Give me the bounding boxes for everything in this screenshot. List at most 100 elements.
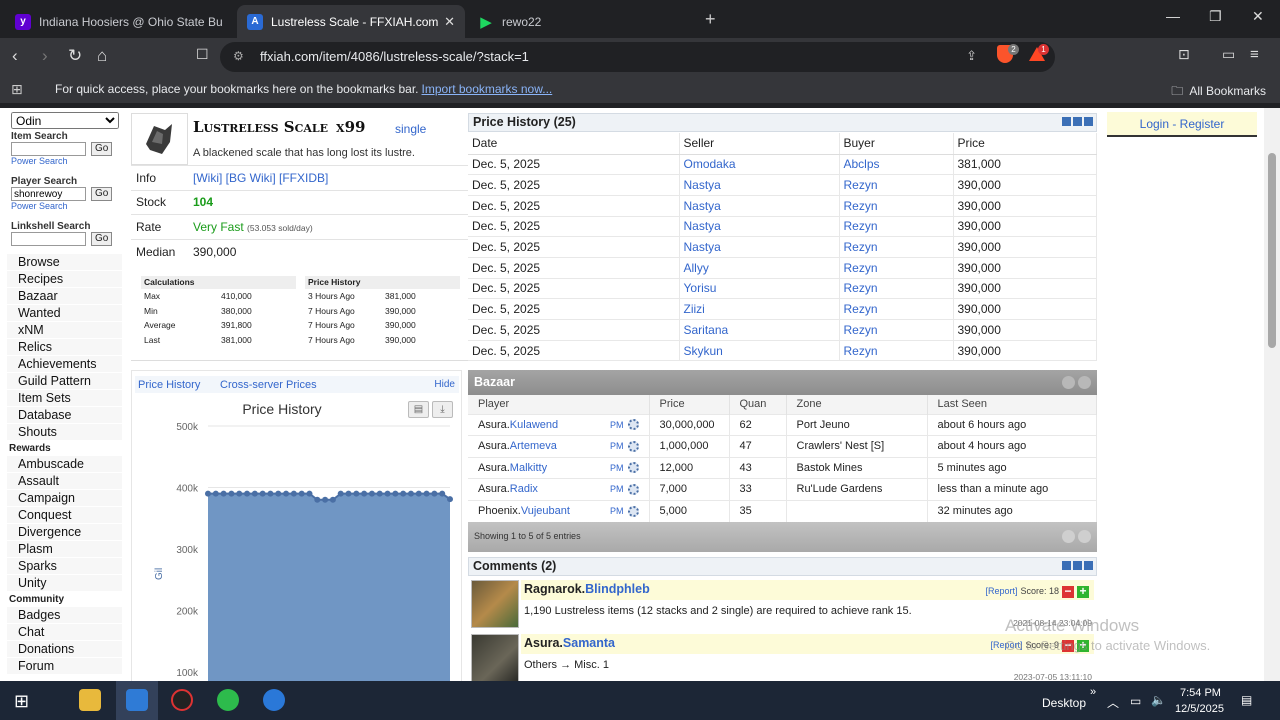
close-icon[interactable] [1084,561,1093,570]
nav-bazaar[interactable]: Bazaar [7,288,122,305]
home-icon[interactable]: ⌂ [97,46,107,66]
data-point[interactable] [275,490,282,497]
item-search-input[interactable] [11,142,86,156]
player-power-search-link[interactable]: Power Search [11,201,122,211]
hide-chart-link[interactable]: Hide [434,379,455,390]
pm-link[interactable]: PM [610,441,624,451]
data-point[interactable] [298,490,305,497]
seller-link[interactable]: Omodaka [679,154,840,176]
data-point[interactable] [205,490,211,497]
data-point[interactable] [329,496,336,503]
network-icon[interactable]: ▭ [1130,694,1141,708]
chevron-icon[interactable]: » [1090,686,1096,698]
player-link[interactable]: Vujeubant [521,505,570,517]
file-explorer-icon[interactable] [79,689,101,711]
nav-chat[interactable]: Chat [7,624,122,641]
address-bar[interactable]: ⚙ ffxiah.com/item/4086/lustreless-scale/… [220,42,1055,72]
pm-link[interactable]: PM [610,506,624,516]
player-link[interactable]: Malkitty [510,462,547,474]
share-icon[interactable]: ⇪ [966,48,977,64]
gear-icon[interactable] [627,419,639,431]
data-point[interactable] [228,490,235,497]
nav-assault[interactable]: Assault [7,473,122,490]
item-search-go-button[interactable]: Go [91,142,113,156]
reload-icon[interactable]: ↻ [68,46,82,66]
nav-campaign[interactable]: Campaign [7,490,122,507]
nav-sparks[interactable]: Sparks [7,558,122,575]
scrollbar-thumb[interactable] [1268,153,1276,348]
bg-wiki-link[interactable]: [BG Wiki] [226,171,276,185]
apps-icon[interactable]: ⊞ [11,81,23,98]
buyer-link[interactable]: Rezyn [839,195,954,217]
next-page-icon[interactable] [1078,529,1091,543]
tab-cross-server-prices[interactable]: Cross-server Prices [220,379,317,391]
seller-link[interactable]: Nastya [679,216,840,238]
pm-link[interactable]: PM [610,420,624,430]
collapse-icon[interactable] [1062,376,1075,389]
data-point[interactable] [322,496,329,503]
data-point[interactable] [415,490,422,497]
vote-down-icon[interactable]: − [1062,585,1074,598]
vpn-app-icon[interactable] [126,689,148,711]
close-icon[interactable] [1084,117,1093,126]
tab-ffxiah[interactable]: A Lustreless Scale - FFXIAH.com ✕ [237,5,465,38]
seller-link[interactable]: Skykun [679,340,840,362]
col-quan[interactable]: Quan [729,395,787,414]
nav-relics[interactable]: Relics [7,339,122,356]
buyer-link[interactable]: Rezyn [839,278,954,300]
nav-shouts[interactable]: Shouts [7,424,122,441]
nav-xnm[interactable]: xNM [7,322,122,339]
power-search-link[interactable]: Power Search [11,156,122,166]
edit-icon[interactable] [1073,561,1082,570]
gear-icon[interactable] [627,462,639,474]
comment-user-link[interactable]: Samanta [563,636,615,650]
tab-yahoo[interactable]: y Indiana Hoosiers @ Ohio State Buck [5,5,233,38]
nav-guild-pattern[interactable]: Guild Pattern [7,373,122,390]
globe-app-icon[interactable] [263,689,285,711]
player-search-go-button[interactable]: Go [91,187,113,201]
player-link[interactable]: Radix [510,483,538,495]
gear-icon[interactable] [627,483,639,495]
buyer-link[interactable]: Rezyn [839,298,954,320]
data-point[interactable] [251,490,258,497]
seller-link[interactable]: Nastya [679,236,840,258]
notifications-icon[interactable]: ▤ [1241,693,1252,707]
data-point[interactable] [447,496,453,503]
page-scrollbar[interactable] [1264,108,1280,681]
data-point[interactable] [400,490,407,497]
server-select[interactable]: Odin [11,112,119,129]
back-icon[interactable]: ‹ [12,46,18,66]
close-tab-icon[interactable]: ✕ [444,14,455,30]
windows-start-icon[interactable]: ⊞ [14,691,29,712]
linkshell-search-go-button[interactable]: Go [91,232,113,246]
nav-forum[interactable]: Forum [7,658,122,675]
close-icon[interactable] [1078,376,1091,389]
nav-wanted[interactable]: Wanted [7,305,122,322]
nav-recipes[interactable]: Recipes [7,271,122,288]
buyer-link[interactable]: Rezyn [839,340,954,362]
minimize-icon[interactable] [1062,561,1071,570]
ffxidb-link[interactable]: [FFXIDB] [279,171,328,185]
bookmark-icon[interactable]: ☐ [196,46,209,63]
data-point[interactable] [306,490,313,497]
tray-up-icon[interactable]: ︿ [1107,694,1119,711]
data-point[interactable] [345,490,352,497]
single-link[interactable]: single [395,122,426,136]
nav-plasm[interactable]: Plasm [7,541,122,558]
close-window-icon[interactable]: ✕ [1252,8,1264,25]
seller-link[interactable]: Allyy [679,257,840,279]
gear-icon[interactable] [627,505,639,517]
player-link[interactable]: Artemeva [510,440,557,452]
nav-achievements[interactable]: Achievements [7,356,122,373]
data-point[interactable] [314,496,321,503]
col-price[interactable]: Price [649,395,730,414]
clock-time[interactable]: 7:54 PM [1180,687,1221,699]
nav-badges[interactable]: Badges [7,607,122,624]
screenshot-icon[interactable]: ⊡ [1178,46,1190,63]
col-player[interactable]: Player [468,395,650,414]
nav-browse[interactable]: Browse [7,254,122,271]
nav-conquest[interactable]: Conquest [7,507,122,524]
buyer-link[interactable]: Rezyn [839,236,954,258]
col-zone[interactable]: Zone [786,395,928,414]
seller-link[interactable]: Nastya [679,174,840,196]
